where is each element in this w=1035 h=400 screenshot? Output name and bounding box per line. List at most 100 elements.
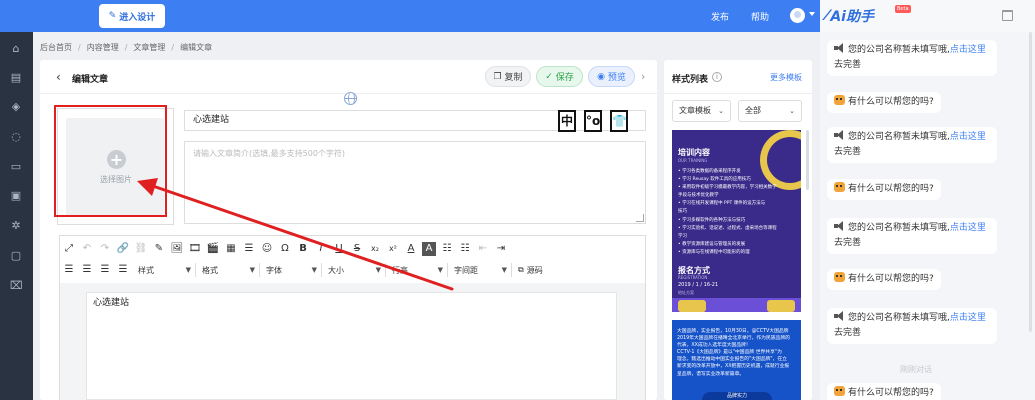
emoji-icon[interactable]: ☺ — [260, 242, 274, 256]
list-icon[interactable]: ☰ — [242, 242, 256, 256]
ai-notice-message: 您的公司名称暂未填写哦,点击这里去完善 — [827, 127, 997, 163]
monitor-icon[interactable]: ▢ — [10, 250, 22, 262]
copy-button[interactable]: ❐ 复制 — [485, 66, 531, 87]
speaker-icon — [834, 221, 845, 231]
title-tools: 中 °o 👕 — [558, 110, 628, 132]
avatar[interactable] — [790, 8, 805, 23]
ai-chat-scrollbar[interactable] — [1029, 32, 1032, 332]
background-color-icon[interactable]: A — [422, 242, 436, 256]
complete-info-link[interactable]: 点击这里 — [950, 313, 986, 323]
summary-textarea[interactable]: 请输入文章简介(选填,最多支持500个字符) — [184, 141, 646, 224]
letter-spacing-select[interactable]: 字间距 ▼ — [454, 263, 512, 277]
chevron-down-icon[interactable] — [809, 12, 815, 16]
unlink-icon[interactable]: ⛓ — [134, 242, 148, 256]
undo-icon[interactable]: ↶ — [80, 242, 94, 256]
code-icon: ⧉ — [518, 265, 524, 274]
ai-notice-message: 您的公司名称暂未填写哦,点击这里去完善 — [827, 40, 997, 76]
help-link[interactable]: 帮助 — [751, 10, 769, 23]
image-icon[interactable]: 🖼 — [170, 242, 184, 256]
align-left-icon[interactable]: ☰ — [62, 263, 76, 277]
italic-icon[interactable]: I — [314, 242, 328, 256]
globe-icon[interactable] — [344, 92, 357, 105]
ordered-list-icon[interactable]: ☷ — [440, 242, 454, 256]
copy-icon: ❐ — [493, 71, 502, 82]
format-painter-icon[interactable]: ✎ — [152, 242, 166, 256]
sidebar — [0, 32, 33, 400]
complete-info-link[interactable]: 点击这里 — [950, 223, 986, 233]
punctuation-icon[interactable]: °o — [584, 110, 602, 132]
document-icon[interactable]: ▤ — [10, 72, 22, 84]
gear-icon[interactable]: ✲ — [10, 220, 22, 232]
template-category-select[interactable]: 全部 ⌄ — [738, 100, 802, 122]
home-icon[interactable]: ⌂ — [10, 43, 22, 55]
bag-icon[interactable]: ▣ — [10, 190, 22, 202]
complete-info-link[interactable]: 点击这里 — [950, 132, 986, 142]
chevron-down-icon: ⌄ — [718, 107, 724, 115]
font-family-select[interactable]: 字体 ▼ — [266, 263, 322, 277]
align-justify-icon[interactable]: ☰ — [116, 263, 130, 277]
strikethrough-icon[interactable]: S — [350, 242, 364, 256]
video-icon[interactable]: 🎬 — [206, 242, 220, 256]
breadcrumb: 后台首页 / 内容管理 / 文章管理 / 编辑文章 — [40, 41, 212, 53]
breadcrumb-articles[interactable]: 文章管理 — [133, 42, 165, 53]
speaker-icon — [834, 43, 845, 53]
line-height-select[interactable]: 行高 ▼ — [392, 263, 448, 277]
bold-icon[interactable]: B — [296, 242, 310, 256]
font-size-select[interactable]: 大小 ▼ — [328, 263, 386, 277]
more-templates-link[interactable]: 更多模板 — [770, 72, 802, 83]
publish-link[interactable]: 发布 — [711, 10, 729, 23]
breadcrumb-current: 编辑文章 — [180, 42, 213, 52]
robot-icon — [834, 386, 845, 396]
style-select[interactable]: 样式 ▼ — [138, 263, 196, 277]
back-arrow-icon[interactable]: ‹ — [56, 70, 61, 84]
clear-chat-trash-icon[interactable] — [1002, 10, 1013, 21]
redo-icon[interactable]: ↷ — [98, 242, 112, 256]
info-icon[interactable]: i — [712, 72, 722, 82]
chat-icon[interactable]: ◌ — [10, 131, 22, 143]
breadcrumb-home[interactable]: 后台首页 — [40, 42, 72, 53]
pen-icon: ✎ — [108, 11, 117, 21]
outdent-icon[interactable]: ⇤ — [476, 242, 490, 256]
table-icon[interactable]: ▦ — [224, 242, 238, 256]
subscript-icon[interactable]: x₂ — [368, 242, 382, 256]
resize-handle[interactable] — [636, 214, 644, 222]
align-right-icon[interactable]: ☰ — [98, 263, 112, 277]
ai-bot-message: 有什么可以帮您的吗? — [827, 179, 941, 200]
shirt-icon[interactable]: 👕 — [610, 110, 628, 132]
link-icon[interactable]: 🔗 — [116, 242, 130, 256]
list-icon[interactable]: ▭ — [10, 161, 22, 173]
source-code-button[interactable]: ⧉ 源码 — [518, 263, 552, 277]
trash-icon[interactable]: ⌧ — [10, 280, 23, 292]
underline-icon[interactable]: U — [332, 242, 346, 256]
template-type-select[interactable]: 文章模板 ⌄ — [672, 100, 731, 122]
format-select[interactable]: 格式 ▼ — [202, 263, 260, 277]
chevron-right-icon[interactable]: › — [641, 70, 645, 83]
layers-icon[interactable]: ◈ — [10, 101, 22, 113]
editor-body-text[interactable]: 心选建站 — [93, 295, 129, 308]
special-char-icon[interactable]: Ω — [278, 242, 292, 256]
caret-down-icon: ▼ — [185, 266, 191, 274]
template-decor — [678, 300, 706, 312]
template-footer-pill: 品牌实力 — [702, 392, 772, 400]
divider — [664, 93, 812, 94]
indent-icon[interactable]: ⇥ — [494, 242, 508, 256]
font-color-icon[interactable]: A — [404, 242, 418, 256]
fullscreen-icon[interactable]: ⤢ — [62, 242, 76, 256]
breadcrumb-content[interactable]: 内容管理 — [87, 42, 119, 53]
superscript-icon[interactable]: x² — [386, 242, 400, 256]
unordered-list-icon[interactable]: ☷ — [458, 242, 472, 256]
editor-body[interactable] — [86, 292, 617, 400]
preview-button[interactable]: ◉ 预览 — [588, 66, 635, 87]
enter-design-button[interactable]: ✎ 进入设计 — [99, 4, 165, 28]
template-thumbnail-training[interactable]: 培训内容 OUR TRAINING • 学习各类数据的备采程序开发 • 学习 R… — [672, 130, 801, 312]
save-button[interactable]: ✓ 保存 — [536, 66, 583, 87]
gallery-icon[interactable]: 🎞 — [188, 242, 202, 256]
complete-info-link[interactable]: 点击这里 — [950, 45, 986, 55]
chinese-input-icon[interactable]: 中 — [558, 110, 576, 132]
speaker-icon — [834, 311, 845, 321]
align-center-icon[interactable]: ☰ — [80, 263, 94, 277]
editor-toolbar-row-2: ☰ ☰ ☰ ☰ 样式 ▼ 格式 ▼ 字体 ▼ 大小 ▼ 行高 ▼ 字间距 ▼ ⧉ 源码 — [62, 262, 558, 278]
style-panel-scrollbar[interactable] — [806, 130, 809, 190]
ai-bot-message: 有什么可以帮您的吗? — [827, 92, 941, 113]
template-thumbnail-brand[interactable]: 大国品牌，实业报告，10月30日，@CCTV大国品牌 2019年大国品牌在播晴全… — [672, 320, 801, 400]
